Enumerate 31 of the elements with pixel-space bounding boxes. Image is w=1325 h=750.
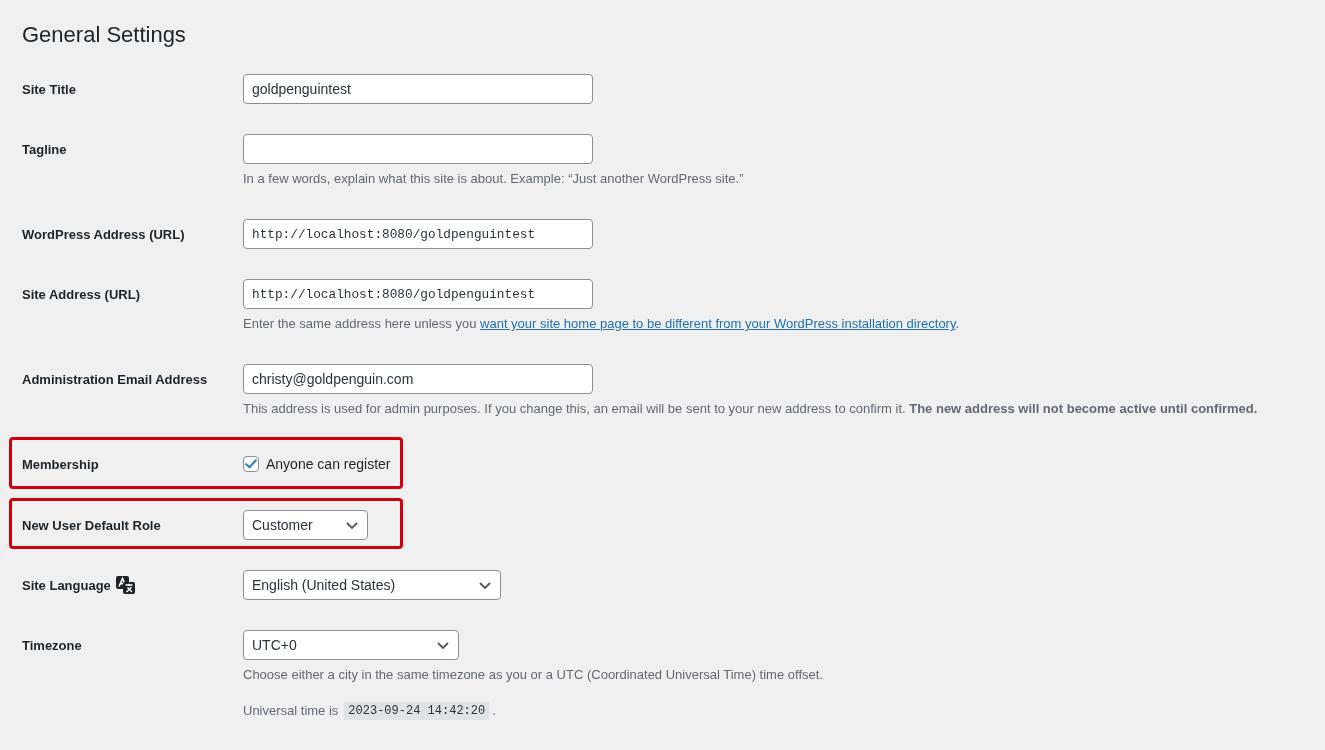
dropdown-select[interactable]: English (United States) — [243, 570, 501, 600]
field-label: New User Default Role — [22, 517, 161, 533]
field-label: Membership — [22, 457, 99, 472]
url-field[interactable]: http://localhost:8080/goldpenguintest — [243, 219, 593, 249]
chevron-down-icon — [437, 641, 449, 649]
field-label: WordPress Address (URL) — [22, 226, 185, 242]
field-label: Site Title — [22, 81, 76, 97]
text-field[interactable]: goldpenguintest — [243, 74, 593, 104]
text-field[interactable] — [243, 134, 593, 164]
universal-time-value: 2023-09-24 14:42:20 — [344, 701, 490, 720]
field-label: Timezone — [22, 637, 82, 653]
checkbox[interactable] — [243, 455, 259, 472]
sentence-period: . — [492, 702, 496, 720]
text-field[interactable]: christy@goldpenguin.com — [243, 364, 593, 394]
url-field[interactable]: http://localhost:8080/goldpenguintest — [243, 279, 593, 309]
field-description: This address is used for admin purposes. If you change this, an email will be sent to your new address to confirm it. The new address will not become active until confirmed. — [243, 400, 1259, 418]
universal-time-label: Universal time is — [243, 702, 339, 720]
dropdown-select[interactable]: UTC+0 — [243, 630, 459, 660]
chevron-down-icon — [346, 521, 358, 529]
field-description: Enter the same address here unless you want your site home page to be different from your WordPress installation directory. — [243, 315, 961, 333]
field-label: Administration Email Address — [22, 371, 208, 387]
dropdown-select[interactable]: Customer — [243, 510, 368, 540]
field-description: Choose either a city in the same timezone as you or a UTC (Coordinated Universal Time) time offset. — [243, 666, 824, 684]
checkmark-icon — [245, 458, 257, 469]
field-description: In a few words, explain what this site is about. Example: “Just another WordPress site.” — [243, 170, 745, 188]
page-title: General Settings — [22, 21, 187, 49]
chevron-down-icon — [479, 581, 491, 589]
field-label: Site Address (URL) — [22, 286, 140, 302]
field-label: Tagline — [22, 141, 67, 157]
checkbox-label[interactable]: Anyone can register — [266, 455, 391, 472]
field-label: Site Language — [22, 577, 111, 593]
